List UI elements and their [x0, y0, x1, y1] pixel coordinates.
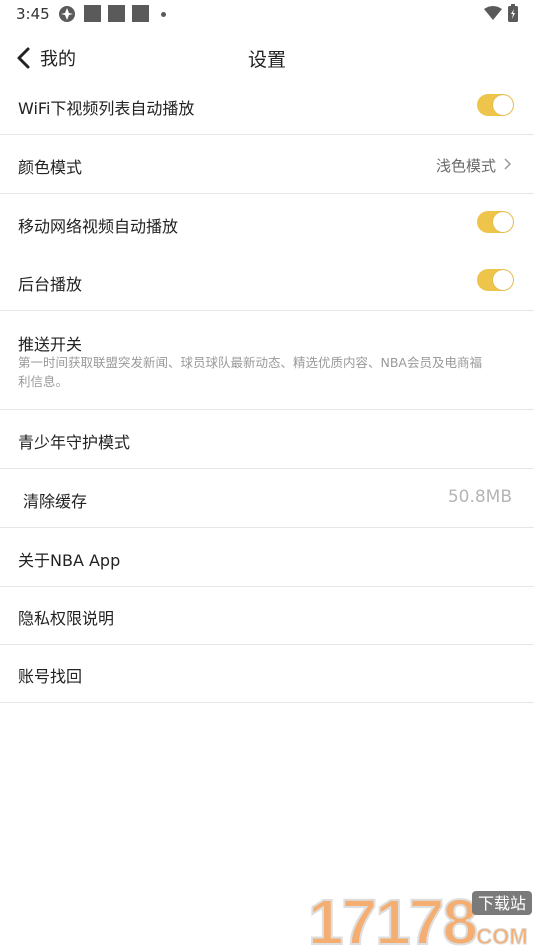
setting-push[interactable]: 推送开关 第一时间获取联盟突发新闻、球员球队最新动态、精选优质内容、NBA会员及… — [0, 311, 534, 409]
setting-label: WiFi下视频列表自动播放 — [18, 99, 195, 118]
site-watermark-logo: 17178 下载站 COM — [308, 888, 532, 948]
setting-label: 移动网络视频自动播放 — [18, 217, 179, 236]
setting-label: 账号找回 — [18, 667, 83, 686]
setting-youth-mode[interactable]: 青少年守护模式 — [0, 410, 534, 468]
cache-size-value: 50.8MB — [447, 487, 512, 507]
mobile-autoplay-toggle[interactable] — [477, 211, 514, 233]
status-bar: 3:45 — [0, 0, 534, 28]
setting-label: 后台播放 — [18, 275, 83, 294]
setting-account-recovery[interactable]: 账号找回 — [0, 645, 534, 702]
watermark-number: 17178 — [308, 888, 476, 948]
setting-label: 青少年守护模式 — [18, 433, 131, 452]
chevron-right-icon — [504, 158, 512, 170]
setting-color-mode[interactable]: 颜色模式 浅色模式 — [0, 135, 534, 193]
notification-square-icon — [108, 5, 125, 22]
notification-square-icon — [132, 5, 149, 22]
setting-background-play: 后台播放 — [0, 252, 534, 310]
setting-about[interactable]: 关于NBA App — [0, 528, 534, 586]
setting-label: 清除缓存 — [23, 492, 88, 511]
header: 我的 设置 — [0, 36, 534, 80]
toggle-knob — [493, 270, 513, 290]
page-title: 设置 — [247, 49, 286, 71]
notification-square-icon — [84, 5, 101, 22]
more-notifications-icon — [161, 12, 166, 17]
watermark-domain: COM — [476, 924, 527, 948]
watermark-tag: 下载站 — [478, 894, 526, 913]
setting-mobile-autoplay: 移动网络视频自动播放 — [0, 194, 534, 252]
setting-wifi-autoplay: WiFi下视频列表自动播放 — [0, 80, 534, 134]
toggle-knob — [493, 212, 513, 232]
toggle-knob — [493, 95, 513, 115]
setting-label: 隐私权限说明 — [18, 609, 115, 628]
setting-label: 推送开关 — [18, 335, 83, 354]
battery-icon — [508, 4, 518, 22]
setting-label: 颜色模式 — [18, 158, 83, 177]
status-time: 3:45 — [16, 5, 50, 23]
divider — [0, 702, 534, 703]
setting-clear-cache[interactable]: 清除缓存 50.8MB — [0, 469, 534, 527]
wifi-icon — [484, 6, 502, 20]
setting-privacy[interactable]: 隐私权限说明 — [0, 587, 534, 644]
push-description: 第一时间获取联盟突发新闻、球员球队最新动态、精选优质内容、NBA会员及电商福利信… — [18, 355, 482, 389]
app-notification-icon — [59, 6, 75, 22]
wifi-autoplay-toggle[interactable] — [477, 94, 514, 116]
color-mode-value: 浅色模式 — [435, 157, 496, 175]
background-play-toggle[interactable] — [477, 269, 514, 291]
setting-label: 关于NBA App — [18, 551, 121, 570]
